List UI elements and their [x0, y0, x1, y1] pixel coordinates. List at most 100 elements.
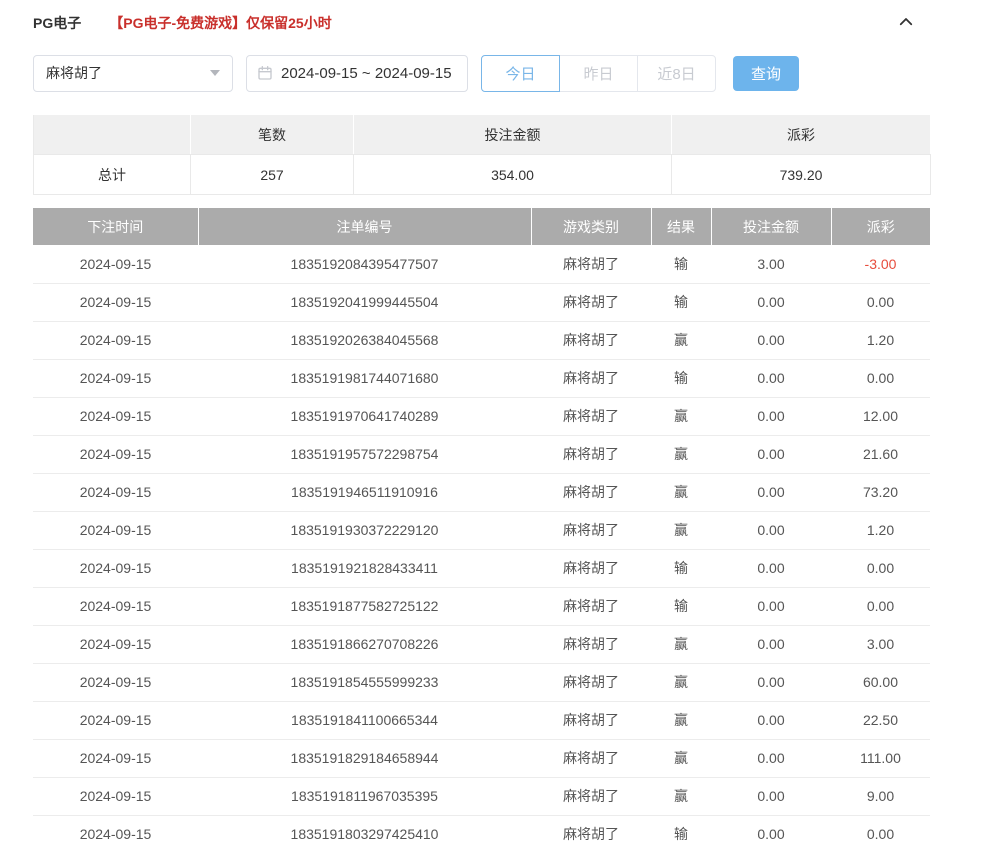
cell-payout: 73.20	[831, 473, 930, 511]
quick-button-today[interactable]: 今日	[481, 55, 560, 92]
cell-game-type: 麻将胡了	[531, 625, 651, 663]
cell-bet-time: 2024-09-15	[33, 587, 198, 625]
cell-bet-id: 1835191921828433411	[198, 549, 531, 587]
cell-bet-amount: 0.00	[711, 359, 831, 397]
cell-game-type: 麻将胡了	[531, 815, 651, 844]
table-row: 2024-09-151835191877582725122麻将胡了输0.000.…	[33, 587, 930, 625]
notice-text: 【PG电子-免费游戏】仅保留25小时	[109, 13, 331, 33]
table-row: 2024-09-151835191981744071680麻将胡了输0.000.…	[33, 359, 930, 397]
cell-bet-time: 2024-09-15	[33, 815, 198, 844]
quick-date-button-group: 今日 昨日 近8日	[481, 55, 716, 92]
cell-game-type: 麻将胡了	[531, 359, 651, 397]
cell-bet-amount: 0.00	[711, 321, 831, 359]
chevron-down-icon	[210, 70, 220, 76]
header-result: 结果	[651, 208, 711, 245]
cell-result: 赢	[651, 739, 711, 777]
cell-result: 输	[651, 549, 711, 587]
cell-bet-amount: 0.00	[711, 283, 831, 321]
cell-bet-amount: 0.00	[711, 815, 831, 844]
cell-game-type: 麻将胡了	[531, 739, 651, 777]
table-row: 2024-09-151835191930372229120麻将胡了赢0.001.…	[33, 511, 930, 549]
cell-bet-time: 2024-09-15	[33, 245, 198, 283]
cell-bet-amount: 0.00	[711, 663, 831, 701]
cell-bet-id: 1835192026384045568	[198, 321, 531, 359]
cell-payout: 1.20	[831, 321, 930, 359]
cell-bet-time: 2024-09-15	[33, 321, 198, 359]
page-title: PG电子	[33, 13, 81, 33]
quick-button-last8days[interactable]: 近8日	[637, 55, 716, 92]
header-bet-amount: 投注金额	[711, 208, 831, 245]
cell-result: 赢	[651, 701, 711, 739]
cell-payout: 0.00	[831, 359, 930, 397]
table-row: 2024-09-151835192041999445504麻将胡了输0.000.…	[33, 283, 930, 321]
cell-bet-amount: 0.00	[711, 625, 831, 663]
cell-bet-id: 1835191957572298754	[198, 435, 531, 473]
cell-payout: -3.00	[831, 245, 930, 283]
cell-game-type: 麻将胡了	[531, 777, 651, 815]
summary-total-count: 257	[191, 155, 354, 195]
header-game-type: 游戏类别	[531, 208, 651, 245]
game-select-value: 麻将胡了	[46, 63, 102, 83]
quick-button-yesterday[interactable]: 昨日	[559, 55, 638, 92]
cell-payout: 9.00	[831, 777, 930, 815]
date-range-value: 2024-09-15 ~ 2024-09-15	[281, 65, 452, 82]
cell-payout: 12.00	[831, 397, 930, 435]
cell-result: 输	[651, 359, 711, 397]
header-bet-time: 下注时间	[33, 208, 198, 245]
cell-game-type: 麻将胡了	[531, 321, 651, 359]
cell-bet-id: 1835191946511910916	[198, 473, 531, 511]
cell-bet-time: 2024-09-15	[33, 739, 198, 777]
cell-bet-amount: 0.00	[711, 511, 831, 549]
cell-bet-id: 1835191854555999233	[198, 663, 531, 701]
panel-header: PG电子 【PG电子-免费游戏】仅保留25小时	[33, 10, 930, 36]
cell-game-type: 麻将胡了	[531, 435, 651, 473]
records-table: 下注时间 注单编号 游戏类别 结果 投注金额 派彩 2024-09-151835…	[33, 208, 930, 844]
cell-game-type: 麻将胡了	[531, 397, 651, 435]
game-select[interactable]: 麻将胡了	[33, 55, 233, 92]
cell-payout: 0.00	[831, 815, 930, 844]
cell-game-type: 麻将胡了	[531, 663, 651, 701]
cell-result: 赢	[651, 663, 711, 701]
table-row: 2024-09-151835191946511910916麻将胡了赢0.0073…	[33, 473, 930, 511]
table-row: 2024-09-151835191866270708226麻将胡了赢0.003.…	[33, 625, 930, 663]
summary-total-payout: 739.20	[672, 155, 931, 195]
table-row: 2024-09-151835191957572298754麻将胡了赢0.0021…	[33, 435, 930, 473]
collapse-chevron-up-icon[interactable]	[894, 10, 918, 34]
cell-bet-id: 1835191981744071680	[198, 359, 531, 397]
cell-bet-id: 1835192041999445504	[198, 283, 531, 321]
cell-bet-id: 1835192084395477507	[198, 245, 531, 283]
summary-header-blank	[34, 115, 191, 155]
cell-bet-id: 1835191841100665344	[198, 701, 531, 739]
cell-bet-id: 1835191829184658944	[198, 739, 531, 777]
cell-result: 赢	[651, 321, 711, 359]
cell-bet-time: 2024-09-15	[33, 625, 198, 663]
cell-game-type: 麻将胡了	[531, 587, 651, 625]
header-payout: 派彩	[831, 208, 930, 245]
cell-bet-time: 2024-09-15	[33, 473, 198, 511]
cell-bet-amount: 0.00	[711, 777, 831, 815]
table-row: 2024-09-151835191921828433411麻将胡了输0.000.…	[33, 549, 930, 587]
cell-bet-time: 2024-09-15	[33, 359, 198, 397]
cell-bet-time: 2024-09-15	[33, 663, 198, 701]
cell-payout: 0.00	[831, 283, 930, 321]
table-row: 2024-09-151835191803297425410麻将胡了输0.000.…	[33, 815, 930, 844]
date-range-input[interactable]: 2024-09-15 ~ 2024-09-15	[246, 55, 468, 92]
search-button[interactable]: 查询	[733, 56, 799, 91]
filter-row: 麻将胡了 2024-09-15 ~ 2024-09-15 今日 昨日 近8日 查…	[33, 54, 930, 92]
cell-result: 赢	[651, 511, 711, 549]
cell-game-type: 麻将胡了	[531, 245, 651, 283]
summary-header-count: 笔数	[191, 115, 354, 155]
cell-game-type: 麻将胡了	[531, 549, 651, 587]
cell-bet-time: 2024-09-15	[33, 701, 198, 739]
cell-result: 输	[651, 283, 711, 321]
cell-bet-time: 2024-09-15	[33, 397, 198, 435]
cell-result: 赢	[651, 397, 711, 435]
cell-bet-amount: 0.00	[711, 397, 831, 435]
cell-bet-id: 1835191970641740289	[198, 397, 531, 435]
cell-bet-amount: 0.00	[711, 701, 831, 739]
summary-total-label: 总计	[34, 155, 191, 195]
cell-bet-time: 2024-09-15	[33, 777, 198, 815]
summary-header-payout: 派彩	[672, 115, 931, 155]
cell-bet-amount: 0.00	[711, 549, 831, 587]
summary-table: 笔数 投注金额 派彩 总计 257 354.00 739.20	[33, 114, 931, 195]
